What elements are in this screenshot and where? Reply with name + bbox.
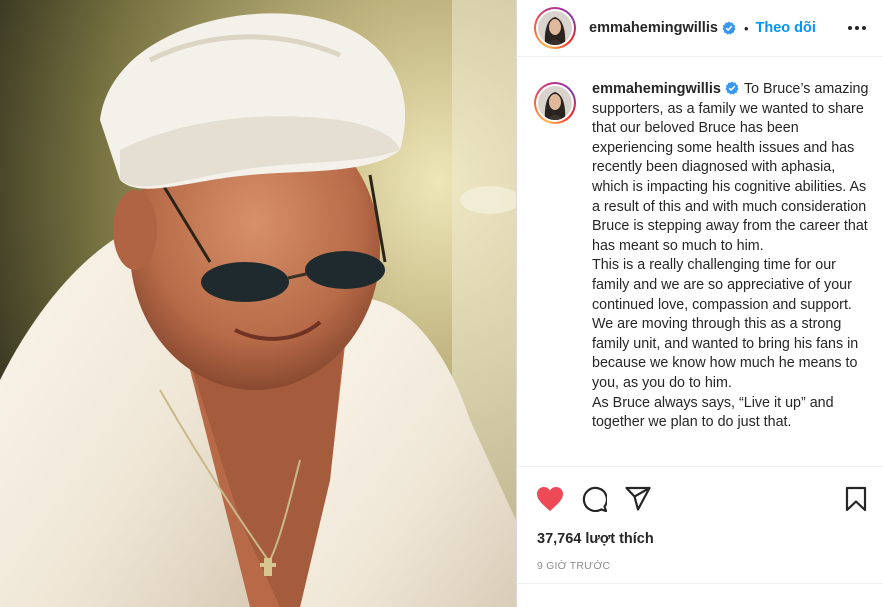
bookmark-icon bbox=[845, 486, 867, 512]
caption-username[interactable]: emmahemingwillis bbox=[592, 81, 721, 97]
caption-section: emmahemingwillis To Bruce’s amazing suppo… bbox=[534, 80, 883, 466]
verified-badge-icon bbox=[725, 81, 739, 95]
author-avatar[interactable] bbox=[534, 7, 576, 49]
post-timestamp[interactable]: 9 GIỜ TRƯỚC bbox=[537, 560, 610, 572]
comment-button[interactable] bbox=[580, 485, 608, 513]
header-separator: • bbox=[743, 20, 749, 36]
avatar-image bbox=[538, 86, 572, 120]
comment-icon bbox=[582, 486, 607, 512]
post-caption: emmahemingwillis To Bruce’s amazing suppo… bbox=[592, 80, 872, 466]
action-bar bbox=[517, 466, 883, 513]
post-photo[interactable] bbox=[0, 0, 516, 607]
author-username[interactable]: emmahemingwillis bbox=[589, 20, 718, 36]
save-button[interactable] bbox=[842, 485, 870, 513]
verified-badge-icon bbox=[722, 21, 736, 35]
avatar-image bbox=[538, 11, 572, 45]
heart-icon bbox=[537, 487, 563, 511]
likes-count[interactable]: 37,764 lượt thích bbox=[537, 531, 654, 547]
share-button[interactable] bbox=[624, 485, 652, 513]
more-options-icon[interactable] bbox=[845, 16, 869, 40]
caption-text: To Bruce’s amazing supporters, as a fami… bbox=[592, 81, 869, 431]
post-photo-illustration bbox=[0, 0, 516, 607]
post-side-panel: emmahemingwillis • Theo dõi emmahemingwi… bbox=[516, 0, 883, 607]
share-icon bbox=[625, 486, 651, 511]
caption-author-avatar[interactable] bbox=[534, 82, 576, 124]
follow-button[interactable]: Theo dõi bbox=[756, 20, 816, 36]
add-comment-bar[interactable] bbox=[517, 583, 883, 607]
post-header: emmahemingwillis • Theo dõi bbox=[517, 0, 883, 57]
like-button[interactable] bbox=[536, 485, 564, 513]
